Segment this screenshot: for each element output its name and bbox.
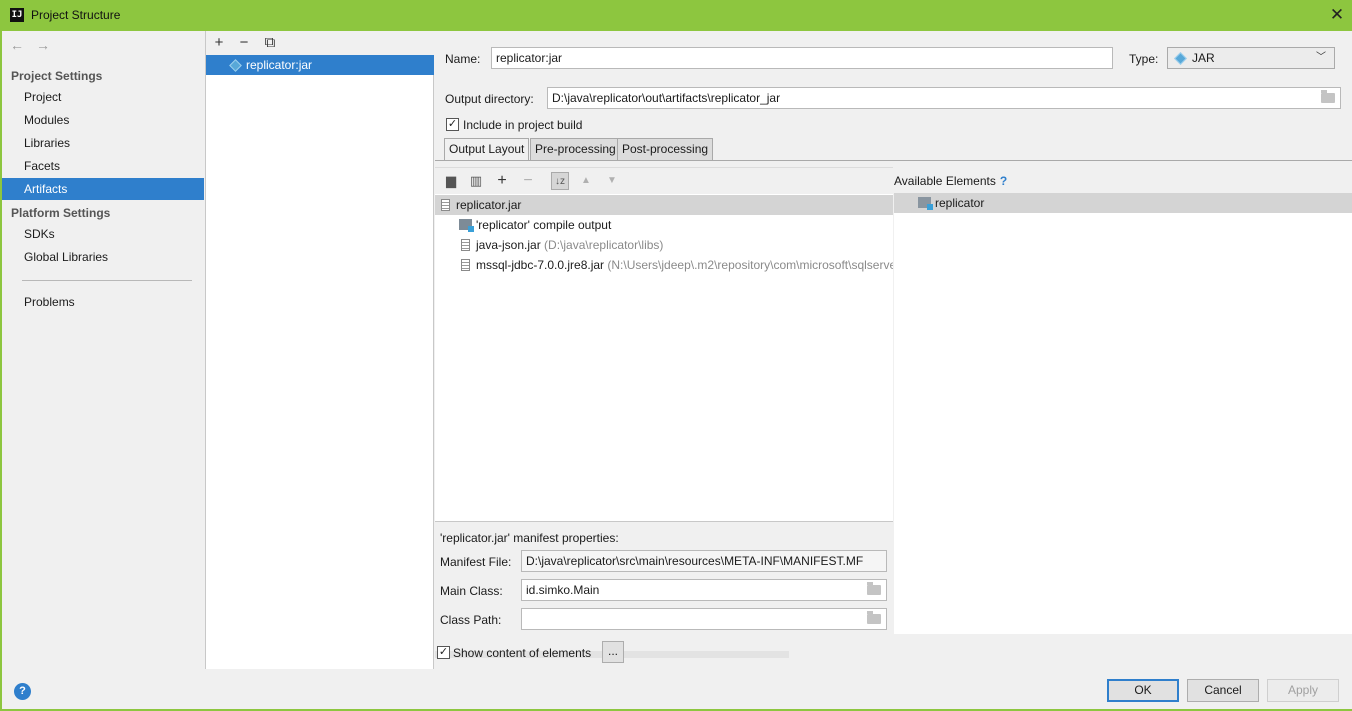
tree-row-path: (N:\Users\jdeep\.m2\repository\com\micro… bbox=[607, 258, 893, 272]
output-layout-panel: ▆ ▥ + − ↓z ▲ ▼ replicator.jar 'replicato… bbox=[435, 167, 893, 658]
sidebar-item-sdks[interactable]: SDKs bbox=[2, 223, 204, 245]
sort-elements-icon[interactable]: ↓z bbox=[551, 172, 569, 190]
tree-row[interactable]: java-json.jar (D:\java\replicator\libs) bbox=[435, 235, 893, 255]
sidebar-item-libraries[interactable]: Libraries bbox=[2, 132, 204, 154]
type-select[interactable]: JAR ﹀ bbox=[1167, 47, 1335, 69]
output-directory-value: D:\java\replicator\out\artifacts\replica… bbox=[552, 91, 781, 105]
platform-settings-heading: Platform Settings bbox=[11, 206, 111, 220]
sidebar-item-global-libraries[interactable]: Global Libraries bbox=[2, 246, 204, 268]
window-border-left bbox=[0, 31, 2, 711]
include-build-checkbox[interactable]: ✓ bbox=[446, 118, 459, 131]
copy-artifact-icon[interactable]: ⧉ bbox=[261, 34, 279, 52]
dialog-button-bar: ? OK Cancel Apply bbox=[0, 669, 1352, 711]
ok-button[interactable]: OK bbox=[1107, 679, 1179, 702]
tree-row[interactable]: 'replicator' compile output bbox=[435, 215, 893, 235]
main-class-value: id.simko.Main bbox=[526, 583, 600, 597]
artifact-jar-icon bbox=[229, 59, 242, 72]
sidebar-item-facets[interactable]: Facets bbox=[2, 155, 204, 177]
jar-type-icon bbox=[1174, 52, 1187, 65]
include-build-label: Include in project build bbox=[463, 118, 583, 132]
tab-post-processing[interactable]: Post-processing bbox=[617, 138, 714, 161]
title-bar: IJ Project Structure ✕ bbox=[0, 0, 1352, 31]
manifest-properties-panel: 'replicator.jar' manifest properties: Ma… bbox=[435, 521, 893, 633]
class-path-input[interactable] bbox=[521, 608, 887, 630]
sidebar-divider bbox=[22, 280, 192, 281]
name-input[interactable]: replicator:jar bbox=[491, 47, 1113, 69]
artifact-label: replicator:jar bbox=[246, 58, 313, 72]
back-arrow-icon[interactable]: ← bbox=[10, 37, 24, 53]
main-class-input[interactable]: id.simko.Main bbox=[521, 579, 887, 601]
show-content-label: Show content of elements bbox=[453, 646, 592, 660]
forward-arrow-icon[interactable]: → bbox=[36, 37, 50, 53]
settings-sidebar: ← → Project Settings Project Modules Lib… bbox=[2, 31, 204, 669]
module-folder-icon bbox=[918, 197, 933, 210]
chevron-down-icon: ﹀ bbox=[1316, 52, 1326, 63]
sidebar-item-artifacts[interactable]: Artifacts bbox=[2, 178, 204, 200]
tree-row[interactable]: mssql-jdbc-7.0.0.jre8.jar (N:\Users\jdee… bbox=[435, 255, 893, 275]
move-down-icon[interactable]: ▼ bbox=[603, 172, 621, 190]
name-label: Name: bbox=[445, 52, 481, 66]
available-elements-panel: replicator bbox=[894, 193, 1352, 634]
tree-row-label: mssql-jdbc-7.0.0.jre8.jar bbox=[476, 258, 605, 272]
apply-button[interactable]: Apply bbox=[1267, 679, 1339, 702]
tab-output-layout[interactable]: Output Layout bbox=[444, 138, 530, 161]
class-path-label: Class Path: bbox=[440, 613, 502, 627]
artifact-config-panel: Name: replicator:jar Type: JAR ﹀ Output … bbox=[435, 31, 1352, 669]
add-element-icon[interactable]: + bbox=[493, 172, 511, 190]
help-question-icon[interactable]: ? bbox=[1000, 174, 1007, 188]
main-class-label: Main Class: bbox=[440, 584, 503, 598]
available-element-item[interactable]: replicator bbox=[894, 193, 1352, 213]
help-icon[interactable]: ? bbox=[14, 683, 31, 700]
tree-row[interactable]: replicator.jar bbox=[435, 195, 893, 215]
tab-pre-processing[interactable]: Pre-processing bbox=[530, 138, 621, 161]
sidebar-item-project[interactable]: Project bbox=[2, 86, 204, 108]
artifact-list-item[interactable]: replicator:jar bbox=[206, 55, 434, 75]
sidebar-item-problems[interactable]: Problems bbox=[2, 291, 204, 313]
library-jar-icon bbox=[461, 259, 470, 271]
show-content-options-button[interactable]: ... bbox=[602, 641, 624, 663]
output-directory-label: Output directory: bbox=[445, 92, 534, 106]
available-elements-heading: Available Elements? bbox=[894, 174, 1008, 188]
manifest-file-label: Manifest File: bbox=[440, 555, 512, 569]
output-layout-toolbar: ▆ ▥ + − ↓z ▲ ▼ bbox=[435, 168, 893, 194]
tree-row-label: java-json.jar bbox=[476, 238, 541, 252]
intellij-app-icon: IJ bbox=[10, 8, 24, 22]
tree-row-label: replicator.jar bbox=[456, 198, 522, 212]
add-artifact-icon[interactable]: + bbox=[210, 34, 228, 52]
type-select-value: JAR bbox=[1192, 51, 1215, 65]
artifact-list-panel: + − ⧉ replicator:jar bbox=[205, 31, 435, 669]
tree-row-path: (D:\java\replicator\libs) bbox=[544, 238, 664, 252]
manifest-properties-title: 'replicator.jar' manifest properties: bbox=[440, 531, 619, 545]
module-output-icon bbox=[459, 219, 474, 232]
project-settings-heading: Project Settings bbox=[11, 69, 103, 83]
cancel-button[interactable]: Cancel bbox=[1187, 679, 1259, 702]
sidebar-item-modules[interactable]: Modules bbox=[2, 109, 204, 131]
close-icon[interactable]: ✕ bbox=[1322, 3, 1352, 27]
jar-archive-icon bbox=[441, 199, 450, 211]
tree-row-label: 'replicator' compile output bbox=[476, 218, 612, 232]
available-elements-header: Available Elements? bbox=[894, 167, 1352, 193]
artifact-list-toolbar: + − ⧉ bbox=[206, 31, 435, 55]
output-directory-input[interactable]: D:\java\replicator\out\artifacts\replica… bbox=[547, 87, 1341, 109]
show-content-checkbox[interactable]: ✓ bbox=[437, 646, 450, 659]
library-jar-icon bbox=[461, 239, 470, 251]
move-up-icon[interactable]: ▲ bbox=[577, 172, 595, 190]
remove-artifact-icon[interactable]: − bbox=[235, 34, 253, 52]
manifest-file-field: D:\java\replicator\src\main\resources\ME… bbox=[521, 550, 887, 572]
type-label: Type: bbox=[1129, 52, 1159, 66]
remove-element-icon[interactable]: − bbox=[519, 172, 537, 190]
browse-folder-icon[interactable] bbox=[1321, 90, 1335, 103]
available-element-label: replicator bbox=[935, 196, 985, 210]
browse-class-path-icon[interactable] bbox=[867, 611, 881, 624]
browse-class-icon[interactable] bbox=[867, 582, 881, 595]
window-title: Project Structure bbox=[31, 8, 121, 22]
create-directory-icon[interactable]: ▆ bbox=[442, 172, 460, 190]
create-archive-icon[interactable]: ▥ bbox=[467, 172, 485, 190]
tab-divider bbox=[435, 160, 1352, 161]
